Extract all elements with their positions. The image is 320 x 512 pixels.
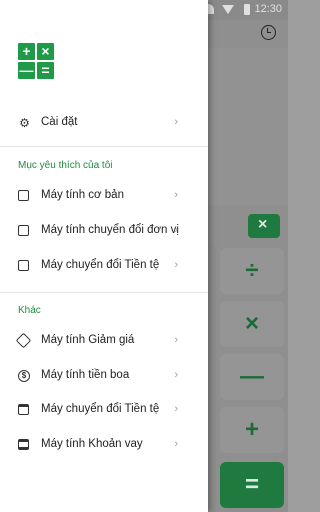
navigation-drawer: + × — = ⚙ Cài đặt › Mục yêu thích của tô…: [0, 0, 208, 512]
menu-item-loan-calculator[interactable]: Máy tính Khoản vay ›: [0, 429, 208, 463]
chevron-right-icon: ›: [174, 116, 178, 128]
menu-item-currency-converter-2[interactable]: Máy chuyển đổi Tiền tệ ›: [0, 394, 208, 428]
menu-item-label: Máy tính Khoản vay: [41, 438, 143, 450]
plus-button[interactable]: +: [220, 407, 284, 453]
menu-item-basic-calculator[interactable]: Máy tính cơ bản ›: [0, 180, 208, 214]
menu-item-label: Máy tính Giảm giá: [41, 334, 135, 346]
discount-tag-icon: [15, 332, 32, 349]
currency-converter-icon: [18, 260, 31, 273]
menu-item-label: Máy chuyển đổi Tiền tệ: [41, 259, 160, 271]
minus-button[interactable]: —: [220, 354, 284, 400]
chevron-right-icon: ›: [174, 438, 178, 450]
chevron-right-icon: ›: [174, 259, 178, 271]
chevron-right-icon: ›: [174, 334, 178, 346]
chevron-right-icon: ›: [174, 224, 178, 236]
logo-plus: +: [18, 43, 35, 60]
bank-icon: [18, 439, 31, 452]
chevron-right-icon: ›: [174, 189, 178, 201]
menu-item-discount-calculator[interactable]: Máy tính Giảm giá ›: [0, 325, 208, 359]
menu-item-label: Máy tính chuyển đổi đơn vị: [41, 224, 179, 236]
app-logo: + × — =: [18, 43, 54, 79]
calculator-icon: [18, 190, 31, 203]
unit-converter-icon: [18, 225, 31, 238]
menu-item-label: Máy tính tiền boa: [41, 369, 130, 381]
signal-icon: [222, 5, 234, 14]
battery-icon: [244, 4, 250, 15]
menu-item-unit-converter[interactable]: Máy tính chuyển đổi đơn vị ›: [0, 215, 208, 249]
backspace-icon: ×: [258, 216, 268, 233]
history-icon[interactable]: [261, 25, 276, 40]
backspace-button[interactable]: ×: [248, 214, 280, 238]
calendar-icon: [18, 404, 31, 417]
multiply-button[interactable]: ×: [220, 301, 284, 347]
menu-item-settings[interactable]: ⚙ Cài đặt ›: [0, 107, 208, 141]
gear-icon: ⚙: [19, 116, 30, 130]
menu-item-label: Cài đặt: [41, 116, 78, 128]
section-header-favorites: Mục yêu thích của tôi: [18, 160, 113, 171]
menu-item-label: Máy chuyển đổi Tiền tệ: [41, 403, 160, 415]
status-time: 12:30: [254, 3, 282, 15]
logo-times: ×: [37, 43, 54, 60]
divide-button[interactable]: ÷: [220, 248, 284, 294]
menu-item-currency-converter[interactable]: Máy chuyển đổi Tiền tệ ›: [0, 250, 208, 284]
section-header-other: Khác: [18, 305, 41, 316]
chevron-right-icon: ›: [174, 369, 178, 381]
divider: [0, 292, 208, 293]
chevron-right-icon: ›: [174, 403, 178, 415]
menu-item-tip-calculator[interactable]: $ Máy tính tiền boa ›: [0, 360, 208, 394]
divider: [0, 146, 208, 147]
dollar-icon: $: [18, 370, 31, 383]
logo-equals: =: [37, 62, 54, 79]
logo-minus: —: [18, 62, 35, 79]
menu-item-label: Máy tính cơ bản: [41, 189, 124, 201]
equals-button[interactable]: =: [220, 462, 284, 508]
